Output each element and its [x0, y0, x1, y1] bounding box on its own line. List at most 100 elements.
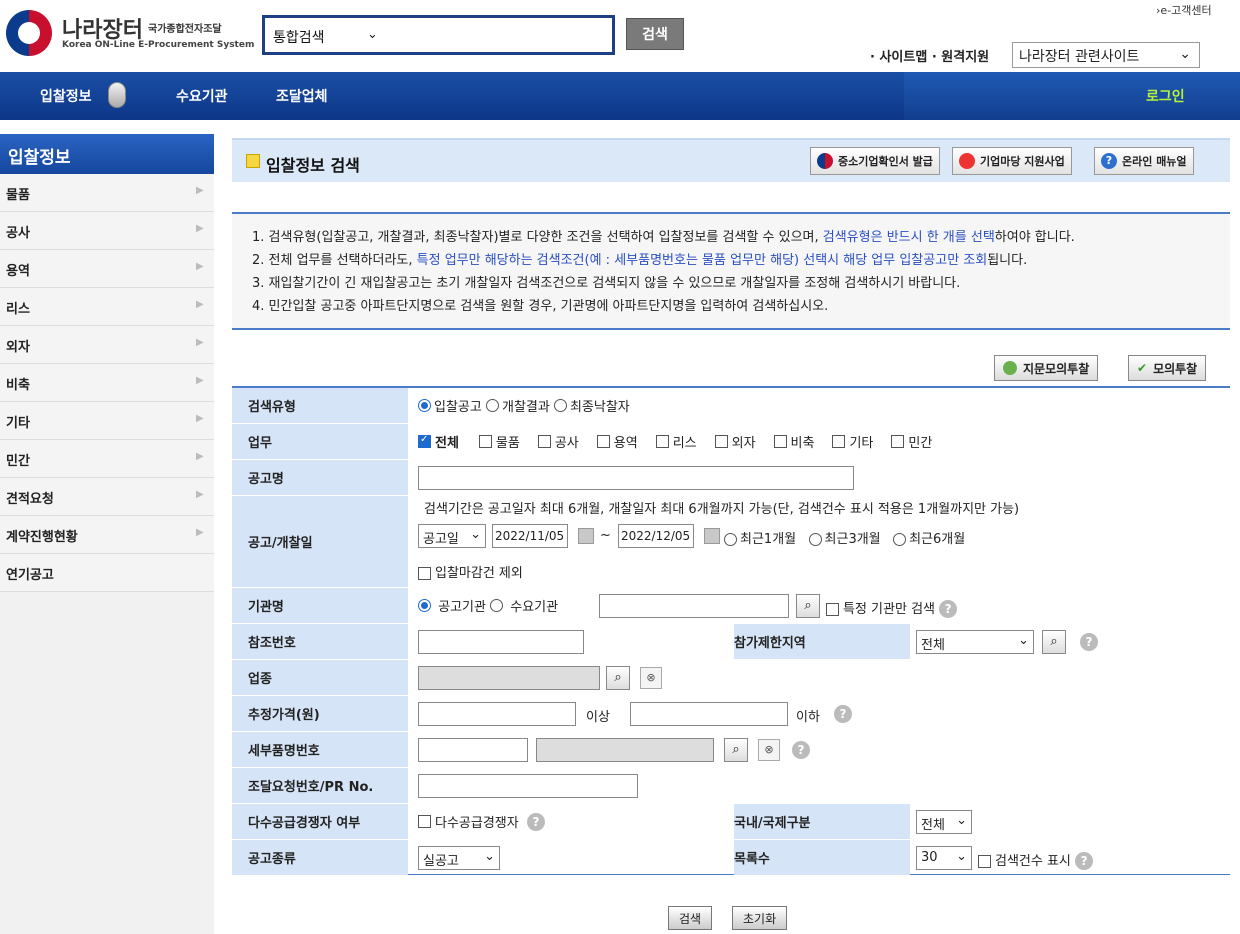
search-submit-button[interactable]: 검색: [668, 906, 713, 930]
notice-kind-select[interactable]: 실공고 ⌄: [418, 846, 500, 870]
nav-supplier[interactable]: 조달업체: [276, 86, 328, 106]
fingerprint-icon: [1003, 361, 1017, 375]
list-count-select[interactable]: 30 ⌄: [916, 846, 972, 870]
sidebar-item-goods[interactable]: 물품 ▶: [0, 174, 214, 212]
checkbox-label: 기타: [849, 436, 874, 451]
sidebar-item-contract-status[interactable]: 계약진행현황 ▶: [0, 516, 214, 554]
help-icon[interactable]: ?: [1075, 852, 1094, 870]
clear-icon[interactable]: ⊗: [758, 739, 780, 761]
price-min-input[interactable]: [418, 702, 576, 726]
row-price: 추정가격(원) 이상 이하 ?: [232, 696, 1230, 732]
checkbox-private[interactable]: [891, 435, 905, 448]
radio-recent-1m[interactable]: [724, 533, 737, 546]
price-max-input[interactable]: [630, 702, 788, 726]
sidebar-item-foreign[interactable]: 외자 ▶: [0, 326, 214, 364]
sidebar-item-postponed[interactable]: 연기공고: [0, 554, 214, 592]
nav-bid-info[interactable]: 입찰정보: [40, 86, 92, 106]
sidebar-item-label: 비축: [6, 378, 30, 393]
sidebar-item-label: 연기공고: [6, 568, 54, 583]
notice-line-3: 3. 재입찰기간이 긴 재입찰공고는 초기 개찰일자 검색조건으로 검색되지 않…: [252, 276, 961, 291]
mock-bid-button[interactable]: ✔ 모의투찰: [1128, 355, 1207, 381]
customer-center-link[interactable]: ›e-고객센터: [1156, 2, 1212, 18]
checkbox-all[interactable]: [418, 434, 431, 448]
row-search-type: 검색유형 입찰공고 개찰결과 최종낙찰자: [232, 388, 1230, 424]
search-icon[interactable]: ⌕: [724, 738, 748, 762]
search-icon[interactable]: ⌕: [606, 666, 630, 690]
chevron-right-icon: ▶: [196, 299, 204, 310]
calendar-icon[interactable]: [704, 528, 720, 544]
region-select[interactable]: 전체 ⌄: [916, 630, 1034, 654]
logo-emblem-icon[interactable]: [6, 10, 52, 56]
nav-demand-org[interactable]: 수요기관: [176, 86, 228, 106]
login-link[interactable]: 로그인: [1146, 86, 1185, 106]
ref-no-input[interactable]: [418, 630, 584, 654]
chevron-right-icon: ▶: [196, 413, 204, 424]
sidebar-item-construction[interactable]: 공사 ▶: [0, 212, 214, 250]
radio-opening-result[interactable]: [485, 399, 499, 412]
checkbox-construction[interactable]: [537, 435, 551, 448]
global-search-button[interactable]: 검색: [626, 18, 684, 50]
sidebar-item-etc[interactable]: 기타 ▶: [0, 402, 214, 440]
checkbox-lease[interactable]: [655, 435, 669, 448]
sidebar-item-stockpile[interactable]: 비축 ▶: [0, 364, 214, 402]
row-industry: 업종 ⌕ ⊗: [232, 660, 1230, 696]
checkbox-stockpile[interactable]: [773, 435, 787, 448]
detail-name-input[interactable]: [536, 738, 714, 762]
radio-final-winner[interactable]: [553, 399, 567, 412]
checkbox-exclude-closed[interactable]: [418, 567, 431, 580]
help-icon[interactable]: ?: [527, 812, 545, 831]
date-to-input[interactable]: 2022/12/05: [618, 524, 694, 548]
notice-name-label: 공고명: [232, 460, 408, 495]
checkbox-goods[interactable]: [478, 435, 492, 448]
row-kind-count: 공고종류 실공고 ⌄ 목록수 30 ⌄ 검색건수 표시 ?: [232, 840, 1230, 876]
checkbox-label: 리스: [672, 436, 697, 451]
sidebar-item-service[interactable]: 용역 ▶: [0, 250, 214, 288]
calendar-icon[interactable]: [578, 528, 594, 544]
ref-no-label: 참조번호: [232, 624, 408, 659]
date-from-input[interactable]: 2022/11/05: [492, 524, 568, 548]
logo-subtitle: 국가종합전자조달: [148, 24, 222, 35]
help-icon[interactable]: ?: [939, 600, 958, 618]
sitemap-remote-links[interactable]: · 사이트맵 · 원격지원: [870, 46, 989, 65]
checkbox-etc[interactable]: [832, 435, 846, 448]
checkbox-show-count[interactable]: [978, 855, 991, 868]
fingerprint-mock-bid-button[interactable]: 지문모의투찰: [994, 355, 1099, 381]
radio-notice-org[interactable]: [418, 599, 431, 612]
sidebar-item-private[interactable]: 민간 ▶: [0, 440, 214, 478]
clear-icon[interactable]: ⊗: [640, 667, 662, 689]
radio-recent-6m[interactable]: [893, 533, 907, 546]
sidebar-item-label: 외자: [6, 340, 30, 355]
detail-no-input[interactable]: [418, 738, 528, 762]
pr-no-input[interactable]: [418, 774, 638, 798]
help-icon[interactable]: ?: [1080, 633, 1098, 651]
sidebar-item-quote[interactable]: 견적요청 ▶: [0, 478, 214, 516]
search-scope-select[interactable]: 통합검색: [273, 27, 325, 47]
checkbox-service[interactable]: [596, 435, 610, 448]
intl-select[interactable]: 전체 ⌄: [916, 810, 972, 834]
chevron-down-icon[interactable]: ⌄: [367, 27, 378, 42]
industry-input[interactable]: [418, 666, 600, 690]
checkbox-multi-supplier[interactable]: [418, 815, 431, 828]
reset-button[interactable]: 초기화: [732, 906, 788, 930]
help-icon[interactable]: ?: [792, 741, 810, 759]
global-search-box[interactable]: 통합검색 ⌄: [262, 15, 615, 55]
help-icon: ?: [1101, 153, 1117, 169]
search-icon[interactable]: ⌕: [796, 594, 820, 618]
related-sites-select[interactable]: 나라장터 관련사이트 ⌄: [1012, 42, 1200, 68]
online-manual-button[interactable]: ? 온라인 매뉴얼: [1094, 147, 1194, 175]
business-madang-button[interactable]: 기업마당 지원사업: [952, 147, 1072, 175]
checkbox-label: 민간: [908, 436, 933, 451]
search-icon[interactable]: ⌕: [1042, 630, 1066, 654]
notice-name-input[interactable]: [418, 466, 854, 490]
recent-period-options: 최근1개월 최근3개월 최근6개월: [724, 528, 965, 547]
date-type-select[interactable]: 공고일 ⌄: [418, 524, 486, 548]
checkbox-foreign[interactable]: [714, 435, 728, 448]
help-icon[interactable]: ?: [834, 705, 852, 723]
radio-recent-3m[interactable]: [808, 533, 822, 546]
checkbox-org-only[interactable]: [826, 603, 839, 616]
radio-demand-org[interactable]: [490, 599, 504, 612]
sidebar-item-lease[interactable]: 리스 ▶: [0, 288, 214, 326]
org-name-input[interactable]: [599, 594, 789, 618]
radio-bid-notice[interactable]: [418, 399, 431, 412]
sme-certificate-button[interactable]: 중소기업확인서 발급: [810, 147, 940, 175]
